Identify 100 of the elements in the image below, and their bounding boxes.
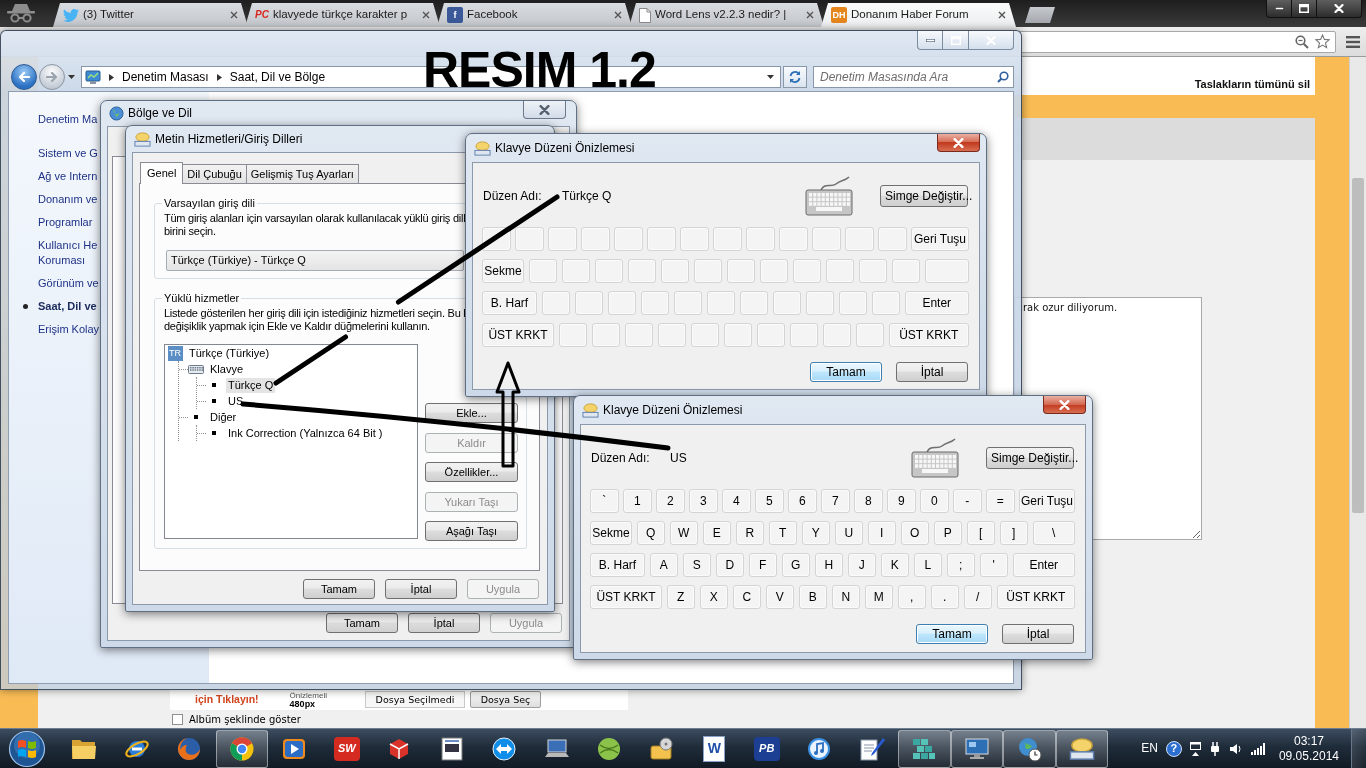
sidebar-link[interactable]: Saat, Dil ve	[38, 299, 97, 314]
key-cap	[591, 323, 620, 347]
magnifier-icon[interactable]	[1295, 34, 1309, 49]
dialog-button[interactable]: Tamam	[303, 579, 375, 599]
sidebar-link[interactable]: Ağ ve Intern	[38, 169, 98, 184]
star-icon[interactable]	[1315, 34, 1330, 49]
close-icon	[1334, 4, 1344, 13]
maximize-button[interactable]	[1292, 0, 1317, 18]
close-button[interactable]	[1317, 0, 1362, 18]
browser-tab[interactable]: (3) Twitter	[53, 3, 248, 27]
checkbox[interactable]	[172, 714, 183, 725]
key-cap	[772, 291, 801, 315]
taskbar-button[interactable]: SW	[320, 729, 373, 768]
window-icon[interactable]	[1189, 741, 1201, 750]
taskbar-button[interactable]	[215, 729, 268, 768]
close-button[interactable]	[1043, 396, 1086, 414]
breadcrumb-item[interactable]: Saat, Dil ve Bölge	[229, 69, 326, 85]
plug-icon[interactable]	[1208, 741, 1221, 756]
taskbar-button[interactable]	[950, 729, 1003, 768]
scrollbar[interactable]	[1349, 57, 1366, 728]
sidebar-link[interactable]: Sistem ve G	[38, 146, 98, 161]
minimize-button[interactable]	[917, 31, 943, 50]
key-cap: ÜST KRKT	[888, 323, 969, 347]
sidebar-link[interactable]: Kullanıcı He Koruması	[38, 238, 98, 268]
language-select[interactable]: Türkçe (Türkiye) - Türkçe Q	[166, 250, 464, 271]
dialog-button[interactable]: Tamam	[326, 613, 398, 633]
close-icon	[230, 11, 238, 19]
dialog-button[interactable]: İptal	[1002, 624, 1074, 644]
tree-item[interactable]: Klavye	[208, 361, 246, 377]
key-cap	[746, 227, 775, 251]
help-button[interactable]: ?	[1165, 740, 1182, 757]
ball-icon	[597, 736, 622, 761]
back-button[interactable]	[11, 64, 37, 90]
taskbar-button[interactable]: W	[688, 729, 741, 768]
key-cap	[680, 227, 709, 251]
field-label: Düzen Adı:	[483, 188, 543, 204]
new-tab-button[interactable]	[1025, 7, 1055, 23]
minimize-button[interactable]	[1266, 0, 1292, 18]
caret-icon[interactable]	[767, 75, 774, 79]
key-cap: S	[682, 553, 711, 577]
dialog-tab[interactable]: Gelişmiş Tuş Ayarları	[245, 164, 359, 183]
dialog-button[interactable]: Tamam	[916, 624, 988, 644]
sidebar-link[interactable]: Erişim Kolay	[38, 322, 100, 337]
tree-item[interactable]: Diğer	[208, 409, 239, 425]
key-cap: B	[798, 585, 827, 609]
key-cap: P	[933, 521, 962, 545]
caret-up-icon[interactable]	[1191, 751, 1199, 756]
browser-tab[interactable]: Word Lens v2.2.3 nedir? |	[629, 3, 824, 27]
speaker-icon[interactable]	[1228, 742, 1243, 755]
file-button[interactable]: Dosya Seç	[469, 691, 541, 708]
dialog-button[interactable]: İptal	[385, 579, 457, 599]
promo-link[interactable]: için Tıklayın!	[195, 693, 259, 706]
action-button[interactable]: Özellikler...	[425, 462, 518, 482]
taskbar-button[interactable]: PB	[740, 729, 793, 768]
breadcrumb-item[interactable]: Denetim Masası	[122, 69, 209, 85]
dialog-button[interactable]: İptal	[408, 613, 480, 633]
caret-icon[interactable]	[68, 75, 75, 79]
taskbar-button[interactable]	[1055, 729, 1108, 768]
key-cap: ;	[946, 553, 975, 577]
show-desktop-button[interactable]	[1351, 728, 1366, 768]
key-cap: Enter	[904, 291, 969, 315]
refresh-button[interactable]	[783, 66, 807, 88]
taskbar-button[interactable]	[1003, 729, 1056, 768]
search-icon[interactable]	[997, 71, 1009, 83]
tree-item[interactable]: Türkçe (Türkiye)	[187, 345, 272, 361]
tree-item[interactable]: Ink Correction (Yalnızca 64 Bit )	[226, 425, 385, 441]
key-cap	[858, 259, 887, 283]
search-field[interactable]: Denetim Masasında Ara	[813, 66, 1014, 88]
globe-icon	[109, 106, 124, 121]
key-cap: Geri Tuşu	[1019, 489, 1075, 513]
tree-item[interactable]: Türkçe Q	[226, 377, 276, 393]
action-button[interactable]: Ekle...	[425, 403, 518, 423]
action-button[interactable]: Aşağı Taşı	[425, 521, 518, 541]
window-title: Metin Hizmetleri/Giriş Dilleri	[155, 131, 303, 147]
laptop-icon	[543, 738, 570, 759]
sidebar-link[interactable]: Görünüm ve	[38, 276, 99, 291]
dialog-button[interactable]: İptal	[896, 362, 968, 382]
signal-icon[interactable]	[1250, 742, 1265, 755]
sidebar-link[interactable]: Donanım ve	[38, 192, 98, 207]
page-icon	[639, 7, 651, 23]
taskbar-button[interactable]	[898, 729, 951, 768]
key-cap: Enter	[1012, 553, 1075, 577]
browser-tab[interactable]: DH Donanım Haber Forum	[821, 3, 1016, 27]
key-cap	[657, 323, 686, 347]
dialog-button[interactable]: Tamam	[810, 362, 882, 382]
browser-tab[interactable]: f Facebook	[437, 3, 632, 27]
address-field[interactable]	[1018, 30, 1336, 53]
dialog-tab[interactable]: Dil Çubuğu	[182, 164, 247, 183]
browser-tab[interactable]: PC klavyede türkçe karakter p	[245, 3, 440, 27]
language-indicator[interactable]: EN	[1141, 741, 1158, 756]
drafts-link[interactable]: Taslakların tümünü sil	[1194, 77, 1310, 91]
sidebar-link[interactable]: Denetim Ma	[38, 112, 98, 127]
key-cap: ÜST KRKT	[482, 323, 554, 347]
sidebar-link[interactable]: Programlar	[38, 215, 93, 230]
clock-button[interactable]: 03:17 09.05.2014	[1278, 733, 1339, 764]
app-logo: PB	[753, 736, 780, 761]
key-cap: Z	[666, 585, 695, 609]
close-button[interactable]	[937, 134, 980, 152]
scrollbar-thumb[interactable]	[1352, 178, 1364, 513]
dialog-tab[interactable]: Genel	[140, 162, 184, 184]
